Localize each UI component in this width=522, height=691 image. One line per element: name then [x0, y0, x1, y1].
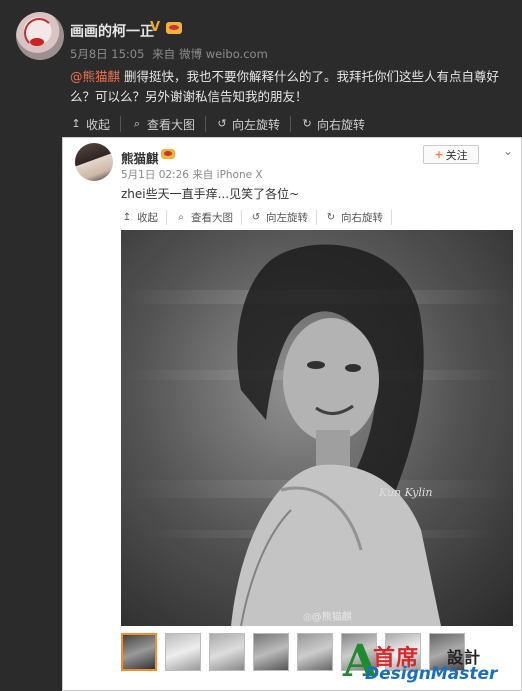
card-member-crown-icon: [161, 149, 175, 159]
rotate-left-icon: ↺: [251, 211, 261, 223]
card-author-name[interactable]: 熊猫麒: [121, 148, 159, 167]
member-crown-icon: [166, 22, 182, 34]
card-view-large-label: 查看大图: [191, 212, 233, 224]
weibo-icon: ◎: [303, 612, 312, 623]
collapse-button[interactable]: ↥ 收起: [70, 116, 122, 132]
card-source: iPhone X: [216, 169, 263, 181]
card-view-large-button[interactable]: ⌕ 查看大图: [175, 210, 242, 225]
thumbnail[interactable]: [209, 633, 245, 671]
card-author-avatar[interactable]: [75, 143, 113, 181]
card-rotate-right-button[interactable]: ↻ 向右旋转: [325, 210, 392, 225]
post-date[interactable]: 5月8日 15:05: [70, 47, 144, 61]
thumbnail[interactable]: [121, 633, 157, 671]
collapse-icon: ↥: [71, 117, 81, 130]
rotate-left-label: 向左旋转: [232, 117, 281, 132]
card-collapse-label: 收起: [137, 212, 158, 224]
mention-link[interactable]: @熊猫麒: [70, 69, 120, 84]
card-collapse-button[interactable]: ↥ 收起: [121, 210, 167, 225]
reposted-card: 熊猫麒 5月1日 02:26 来自 iPhone X + 关注 ⌄ zhei些天一…: [62, 137, 522, 691]
post-text: @熊猫麒 删得挺快，我也不要你解释什么的了。我拜托你们这些人有点自尊好么？可以么…: [70, 67, 510, 107]
verified-badge-icon: V: [150, 20, 161, 35]
collapse-label: 收起: [86, 117, 111, 132]
card-source-prefix: 来自: [192, 169, 214, 181]
card-date[interactable]: 5月1日 02:26: [121, 169, 189, 181]
thumbnail[interactable]: [297, 633, 333, 671]
plus-icon: +: [434, 148, 444, 161]
chevron-down-icon[interactable]: ⌄: [503, 144, 513, 158]
card-image-actions-bar: ↥ 收起 ⌕ 查看大图 ↺ 向左旋转 ↻ 向右旋转: [121, 210, 400, 225]
portrait-painting-art: [121, 230, 513, 626]
thumbnail[interactable]: [165, 633, 201, 671]
weibo-post: 画画的柯一正 V 5月8日 15:05 来自 微博 weibo.com @熊猫麒 …: [0, 0, 522, 691]
view-large-button[interactable]: ⌕ 查看大图: [131, 116, 207, 132]
follow-label: 关注: [445, 148, 468, 162]
logo-en: DesignMaster: [365, 664, 498, 684]
card-meta: 5月1日 02:26 来自 iPhone X: [121, 167, 263, 182]
rotate-right-label: 向右旋转: [317, 117, 366, 132]
rotate-right-icon: ↻: [302, 117, 312, 130]
follow-button[interactable]: + 关注: [423, 145, 479, 164]
portrait-painting-image[interactable]: Kun Kylin ◎@熊猫麒: [121, 230, 513, 626]
thumbnail[interactable]: [253, 633, 289, 671]
view-large-label: 查看大图: [147, 117, 196, 132]
collapse-icon: ↥: [122, 211, 132, 223]
rotate-left-button[interactable]: ↺ 向左旋转: [216, 116, 292, 132]
post-meta: 5月8日 15:05 来自 微博 weibo.com: [70, 46, 272, 62]
image-actions-bar: ↥ 收起 ⌕ 查看大图 ↺ 向左旋转 ↻ 向右旋转: [70, 116, 385, 132]
post-source[interactable]: 微博 weibo.com: [179, 47, 268, 61]
source-prefix: 来自: [152, 47, 176, 61]
avatar-lips: [30, 38, 44, 46]
photo-watermark: ◎@熊猫麒: [303, 608, 352, 623]
rotate-right-button[interactable]: ↻ 向右旋转: [301, 116, 375, 132]
watermark-text: @熊猫麒: [311, 612, 352, 623]
card-rotate-right-label: 向右旋转: [341, 212, 383, 224]
rotate-right-icon: ↻: [326, 211, 336, 223]
designmaster-logo: A 首席 設計 DesignMaster: [343, 640, 513, 686]
magnify-icon: ⌕: [133, 117, 141, 130]
author-name[interactable]: 画画的柯一正: [70, 21, 154, 41]
rotate-left-icon: ↺: [217, 117, 227, 130]
author-avatar[interactable]: [16, 12, 64, 60]
post-text-body: 删得挺快，我也不要你解释什么的了。我拜托你们这些人有点自尊好么？可以么？另外谢谢…: [70, 69, 499, 104]
card-rotate-left-button[interactable]: ↺ 向左旋转: [250, 210, 317, 225]
card-rotate-left-label: 向左旋转: [266, 212, 308, 224]
card-text: zhei些天一直手痒...见笑了各位~: [121, 187, 300, 201]
magnify-icon: ⌕: [178, 211, 184, 223]
painting-signature: Kun Kylin: [379, 486, 433, 499]
